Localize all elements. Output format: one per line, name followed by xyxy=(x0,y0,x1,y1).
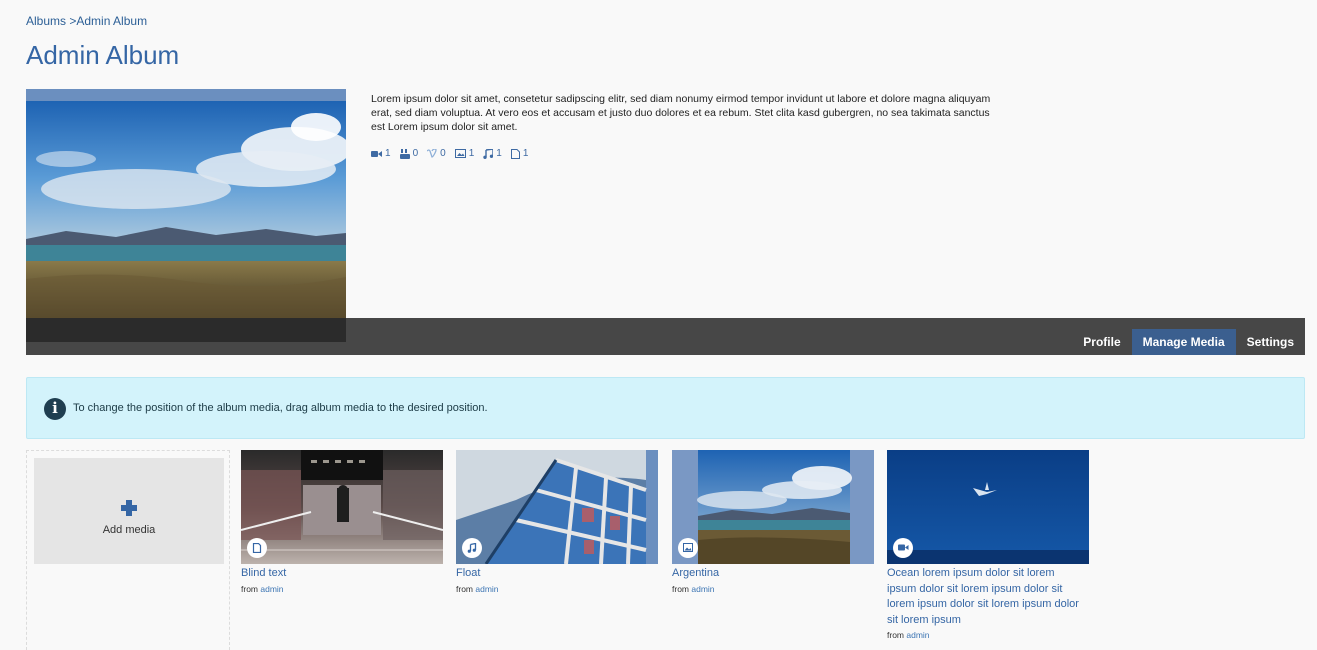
info-alert: To change the position of the album medi… xyxy=(26,377,1305,439)
media-thumbnail[interactable] xyxy=(672,450,874,564)
tab-profile[interactable]: Profile xyxy=(1072,329,1131,355)
media-type-badge xyxy=(893,538,913,558)
media-author: from admin xyxy=(887,630,1089,640)
album-cover-image xyxy=(26,89,346,342)
author-link[interactable]: admin xyxy=(260,584,283,594)
album-header: Profile Manage Media Settings Lorem ipsu… xyxy=(26,89,1305,355)
media-thumbnail[interactable] xyxy=(456,450,658,564)
media-item-blind-text[interactable]: Blind text from admin xyxy=(241,450,443,594)
stat-vimeo-count: 0 xyxy=(440,148,446,159)
add-media-label: Add media xyxy=(102,524,156,536)
image-icon xyxy=(454,149,466,158)
image-icon xyxy=(683,543,693,552)
stat-audio: 1 xyxy=(483,148,502,159)
stat-image: 1 xyxy=(454,148,475,159)
stat-image-count: 1 xyxy=(468,148,475,159)
youtube-icon xyxy=(399,148,410,159)
media-title[interactable]: Blind text xyxy=(241,566,433,582)
media-item-ocean[interactable]: Ocean lorem ipsum dolor sit lorem ipsum … xyxy=(887,450,1089,640)
document-icon xyxy=(510,148,520,159)
page-title: Admin Album xyxy=(26,40,180,70)
author-link[interactable]: admin xyxy=(475,584,498,594)
stat-vimeo: 0 xyxy=(427,148,446,159)
media-author: from admin xyxy=(456,584,658,594)
stat-video-count: 1 xyxy=(385,148,391,159)
media-item-float[interactable]: Float from admin xyxy=(456,450,658,594)
media-title[interactable]: Argentina xyxy=(672,566,864,582)
media-type-badge xyxy=(462,538,482,558)
info-icon xyxy=(44,398,66,420)
from-label: from xyxy=(456,583,473,594)
from-label: from xyxy=(241,583,258,594)
stat-document-count: 1 xyxy=(522,148,529,159)
media-author: from admin xyxy=(672,584,874,594)
plus-icon xyxy=(121,500,137,516)
music-icon xyxy=(483,148,494,159)
stat-document: 1 xyxy=(510,148,529,159)
breadcrumb-separator: > xyxy=(66,14,77,28)
alert-text: To change the position of the album medi… xyxy=(73,402,488,414)
document-icon xyxy=(252,543,262,553)
add-media-button[interactable]: Add media xyxy=(34,458,224,564)
vimeo-icon xyxy=(427,149,437,158)
tab-manage-media[interactable]: Manage Media xyxy=(1131,329,1236,355)
video-icon xyxy=(898,544,909,551)
media-title[interactable]: Ocean lorem ipsum dolor sit lorem ipsum … xyxy=(887,566,1079,628)
music-icon xyxy=(467,543,477,553)
album-description: Lorem ipsum dolor sit amet, consetetur s… xyxy=(371,93,991,133)
stat-youtube: 0 xyxy=(399,148,419,159)
breadcrumb-current: Admin Album xyxy=(76,14,148,28)
media-title[interactable]: Float xyxy=(456,566,648,582)
media-author: from admin xyxy=(241,584,443,594)
media-thumbnail[interactable] xyxy=(241,450,443,564)
author-link[interactable]: admin xyxy=(691,584,714,594)
stat-audio-count: 1 xyxy=(496,148,502,159)
video-icon xyxy=(371,150,382,157)
from-label: from xyxy=(887,630,904,640)
add-media-column: Add media xyxy=(26,450,230,650)
tab-settings[interactable]: Settings xyxy=(1236,329,1305,355)
breadcrumb: Albums >Admin Album xyxy=(26,14,147,28)
album-media-stats: 1 0 0 1 1 1 xyxy=(371,148,528,159)
breadcrumb-albums-link[interactable]: Albums xyxy=(26,14,66,28)
media-thumbnail[interactable] xyxy=(887,450,1089,564)
stat-video: 1 xyxy=(371,148,391,159)
media-type-badge xyxy=(678,538,698,558)
media-type-badge xyxy=(247,538,267,558)
author-link[interactable]: admin xyxy=(906,630,929,640)
album-tabs: Profile Manage Media Settings xyxy=(1072,329,1305,355)
from-label: from xyxy=(672,583,689,594)
media-item-argentina[interactable]: Argentina from admin xyxy=(672,450,874,594)
stat-youtube-count: 0 xyxy=(412,148,419,159)
